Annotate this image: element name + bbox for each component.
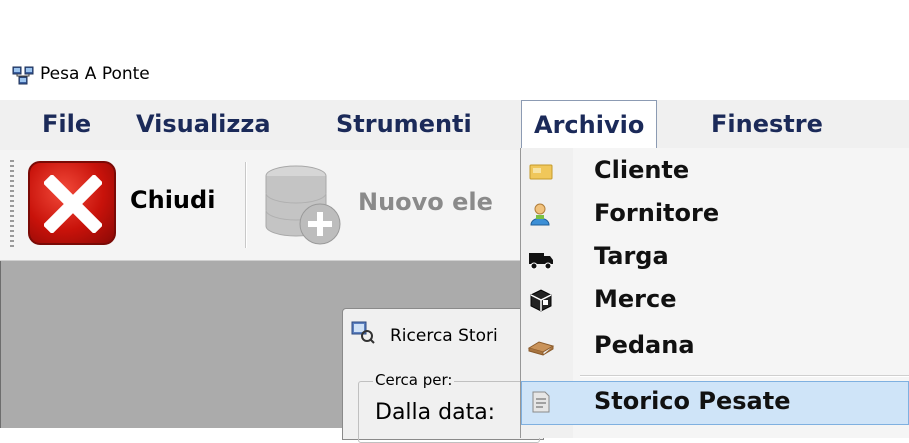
menuitem-targa-label[interactable]: Targa xyxy=(594,242,669,270)
menuitem-cliente-label[interactable]: Cliente xyxy=(594,156,689,184)
new-element-button-label[interactable]: Nuovo ele xyxy=(358,188,493,216)
toolbar-grip[interactable] xyxy=(10,160,14,250)
search-group-label: Cerca per: xyxy=(373,371,455,389)
folder-card-icon xyxy=(529,164,553,180)
menu-visualizza[interactable]: Visualizza xyxy=(124,100,283,148)
menuitem-pedana[interactable] xyxy=(521,324,909,366)
menuitem-targa[interactable] xyxy=(521,236,909,278)
menuitem-cliente[interactable] xyxy=(521,150,909,192)
menu-finestre[interactable]: Finestre xyxy=(699,100,835,148)
menu-file[interactable]: File xyxy=(30,100,103,148)
from-date-label: Dalla data: xyxy=(375,400,496,425)
toolbar-separator xyxy=(245,162,247,248)
search-history-icon xyxy=(351,321,375,344)
truck-icon xyxy=(529,253,553,270)
red-x-close-icon[interactable] xyxy=(28,161,116,245)
database-add-icon[interactable] xyxy=(262,160,346,250)
menu-strumenti[interactable]: Strumenti xyxy=(324,100,484,148)
menuitem-merce-label[interactable]: Merce xyxy=(594,285,677,313)
window-title: Pesa A Ponte xyxy=(40,64,150,84)
child-window-title: Ricerca Stori xyxy=(390,326,498,346)
person-icon xyxy=(530,203,550,226)
menuitem-fornitore-label[interactable]: Fornitore xyxy=(594,199,719,227)
menuitem-merce[interactable] xyxy=(521,280,909,322)
menu-archivio[interactable]: Archivio xyxy=(521,100,658,150)
menuitem-storico-pesate-label[interactable]: Storico Pesate xyxy=(594,387,790,415)
network-computers-icon xyxy=(12,66,34,85)
close-button-label[interactable]: Chiudi xyxy=(130,186,215,214)
box-icon xyxy=(530,289,552,312)
document-list-icon xyxy=(532,391,550,413)
menuitem-pedana-label[interactable]: Pedana xyxy=(594,331,695,359)
pallet-icon xyxy=(527,341,555,356)
dropdown-separator xyxy=(580,375,909,377)
